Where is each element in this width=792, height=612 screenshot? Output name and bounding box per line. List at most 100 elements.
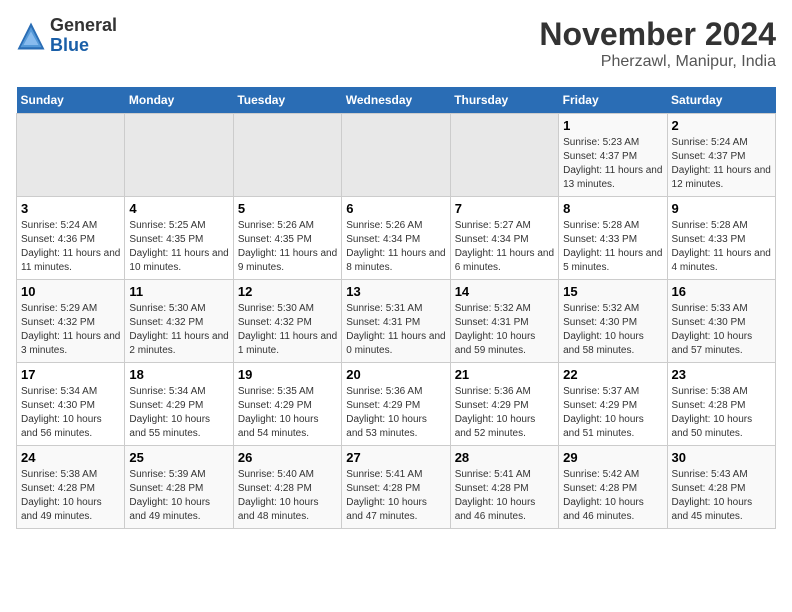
calendar-cell: 2 Sunrise: 5:24 AM Sunset: 4:37 PM Daylig… xyxy=(667,114,775,197)
day-info: Sunrise: 5:41 AM Sunset: 4:28 PM Dayligh… xyxy=(346,468,445,524)
day-info: Sunrise: 5:42 AM Sunset: 4:28 PM Dayligh… xyxy=(563,468,662,524)
day-number: 10 xyxy=(21,284,120,299)
logo: General Blue xyxy=(16,16,117,56)
calendar-cell xyxy=(450,114,558,197)
calendar-cell xyxy=(233,114,341,197)
day-number: 13 xyxy=(346,284,445,299)
day-number: 24 xyxy=(21,450,120,465)
calendar-cell xyxy=(17,114,125,197)
calendar-cell: 24 Sunrise: 5:38 AM Sunset: 4:28 PM Dayli… xyxy=(17,446,125,529)
calendar-cell: 26 Sunrise: 5:40 AM Sunset: 4:28 PM Dayli… xyxy=(233,446,341,529)
day-number: 2 xyxy=(672,118,771,133)
calendar-cell: 1Sunrise: 5:23 AM Sunset: 4:37 PM Daylig… xyxy=(559,114,667,197)
day-info: Sunrise: 5:24 AM Sunset: 4:36 PM Dayligh… xyxy=(21,219,120,275)
day-info: Sunrise: 5:31 AM Sunset: 4:31 PM Dayligh… xyxy=(346,302,445,358)
day-number: 20 xyxy=(346,367,445,382)
day-number: 12 xyxy=(238,284,337,299)
calendar-cell: 12 Sunrise: 5:30 AM Sunset: 4:32 PM Dayli… xyxy=(233,280,341,363)
day-info: Sunrise: 5:32 AM Sunset: 4:31 PM Dayligh… xyxy=(455,302,554,358)
day-number: 25 xyxy=(129,450,228,465)
day-number: 8 xyxy=(563,201,662,216)
logo-blue: Blue xyxy=(50,36,117,56)
calendar-cell: 19 Sunrise: 5:35 AM Sunset: 4:29 PM Dayli… xyxy=(233,363,341,446)
day-info: Sunrise: 5:32 AM Sunset: 4:30 PM Dayligh… xyxy=(563,302,662,358)
day-info: Sunrise: 5:41 AM Sunset: 4:28 PM Dayligh… xyxy=(455,468,554,524)
calendar-cell: 7Sunrise: 5:27 AM Sunset: 4:34 PM Daylig… xyxy=(450,197,558,280)
weekday-header: Tuesday xyxy=(233,87,341,114)
calendar-cell: 29 Sunrise: 5:42 AM Sunset: 4:28 PM Dayli… xyxy=(559,446,667,529)
calendar-cell: 23Sunrise: 5:38 AM Sunset: 4:28 PM Dayli… xyxy=(667,363,775,446)
day-number: 19 xyxy=(238,367,337,382)
calendar-cell xyxy=(342,114,450,197)
calendar-cell: 18Sunrise: 5:34 AM Sunset: 4:29 PM Dayli… xyxy=(125,363,233,446)
day-number: 17 xyxy=(21,367,120,382)
day-info: Sunrise: 5:24 AM Sunset: 4:37 PM Dayligh… xyxy=(672,136,771,192)
calendar-cell: 15 Sunrise: 5:32 AM Sunset: 4:30 PM Dayli… xyxy=(559,280,667,363)
page-header: General Blue November 2024 Pherzawl, Man… xyxy=(16,16,776,71)
day-info: Sunrise: 5:43 AM Sunset: 4:28 PM Dayligh… xyxy=(672,468,771,524)
calendar-cell: 14 Sunrise: 5:32 AM Sunset: 4:31 PM Dayli… xyxy=(450,280,558,363)
calendar-cell xyxy=(125,114,233,197)
title-block: November 2024 Pherzawl, Manipur, India xyxy=(539,16,776,71)
calendar-week-row: 17 Sunrise: 5:34 AM Sunset: 4:30 PM Dayli… xyxy=(17,363,776,446)
day-number: 3 xyxy=(21,201,120,216)
calendar-cell: 30 Sunrise: 5:43 AM Sunset: 4:28 PM Dayli… xyxy=(667,446,775,529)
day-number: 30 xyxy=(672,450,771,465)
day-info: Sunrise: 5:36 AM Sunset: 4:29 PM Dayligh… xyxy=(455,385,554,441)
calendar-week-row: 24 Sunrise: 5:38 AM Sunset: 4:28 PM Dayli… xyxy=(17,446,776,529)
weekday-header: Thursday xyxy=(450,87,558,114)
day-info: Sunrise: 5:26 AM Sunset: 4:35 PM Dayligh… xyxy=(238,219,337,275)
day-info: Sunrise: 5:35 AM Sunset: 4:29 PM Dayligh… xyxy=(238,385,337,441)
day-info: Sunrise: 5:33 AM Sunset: 4:30 PM Dayligh… xyxy=(672,302,771,358)
day-number: 23 xyxy=(672,367,771,382)
weekday-header-row: SundayMondayTuesdayWednesdayThursdayFrid… xyxy=(17,87,776,114)
day-number: 29 xyxy=(563,450,662,465)
calendar-week-row: 1Sunrise: 5:23 AM Sunset: 4:37 PM Daylig… xyxy=(17,114,776,197)
weekday-header: Monday xyxy=(125,87,233,114)
calendar-table: SundayMondayTuesdayWednesdayThursdayFrid… xyxy=(16,87,776,529)
calendar-cell: 16 Sunrise: 5:33 AM Sunset: 4:30 PM Dayli… xyxy=(667,280,775,363)
calendar-subtitle: Pherzawl, Manipur, India xyxy=(539,53,776,71)
weekday-header: Wednesday xyxy=(342,87,450,114)
logo-text: General Blue xyxy=(50,16,117,56)
calendar-cell: 25Sunrise: 5:39 AM Sunset: 4:28 PM Dayli… xyxy=(125,446,233,529)
day-number: 7 xyxy=(455,201,554,216)
day-info: Sunrise: 5:34 AM Sunset: 4:30 PM Dayligh… xyxy=(21,385,120,441)
calendar-cell: 20 Sunrise: 5:36 AM Sunset: 4:29 PM Dayli… xyxy=(342,363,450,446)
day-info: Sunrise: 5:40 AM Sunset: 4:28 PM Dayligh… xyxy=(238,468,337,524)
calendar-cell: 21 Sunrise: 5:36 AM Sunset: 4:29 PM Dayli… xyxy=(450,363,558,446)
calendar-cell: 10 Sunrise: 5:29 AM Sunset: 4:32 PM Dayli… xyxy=(17,280,125,363)
day-number: 6 xyxy=(346,201,445,216)
day-info: Sunrise: 5:30 AM Sunset: 4:32 PM Dayligh… xyxy=(129,302,228,358)
day-number: 22 xyxy=(563,367,662,382)
day-info: Sunrise: 5:23 AM Sunset: 4:37 PM Dayligh… xyxy=(563,136,662,192)
day-info: Sunrise: 5:28 AM Sunset: 4:33 PM Dayligh… xyxy=(563,219,662,275)
calendar-cell: 22Sunrise: 5:37 AM Sunset: 4:29 PM Dayli… xyxy=(559,363,667,446)
calendar-week-row: 10 Sunrise: 5:29 AM Sunset: 4:32 PM Dayli… xyxy=(17,280,776,363)
day-info: Sunrise: 5:36 AM Sunset: 4:29 PM Dayligh… xyxy=(346,385,445,441)
calendar-cell: 6Sunrise: 5:26 AM Sunset: 4:34 PM Daylig… xyxy=(342,197,450,280)
day-number: 26 xyxy=(238,450,337,465)
day-info: Sunrise: 5:30 AM Sunset: 4:32 PM Dayligh… xyxy=(238,302,337,358)
day-number: 21 xyxy=(455,367,554,382)
day-number: 14 xyxy=(455,284,554,299)
day-info: Sunrise: 5:29 AM Sunset: 4:32 PM Dayligh… xyxy=(21,302,120,358)
calendar-title: November 2024 xyxy=(539,16,776,53)
day-number: 11 xyxy=(129,284,228,299)
day-number: 16 xyxy=(672,284,771,299)
calendar-cell: 28 Sunrise: 5:41 AM Sunset: 4:28 PM Dayli… xyxy=(450,446,558,529)
calendar-cell: 11 Sunrise: 5:30 AM Sunset: 4:32 PM Dayli… xyxy=(125,280,233,363)
day-number: 15 xyxy=(563,284,662,299)
logo-general: General xyxy=(50,16,117,36)
calendar-cell: 4Sunrise: 5:25 AM Sunset: 4:35 PM Daylig… xyxy=(125,197,233,280)
day-info: Sunrise: 5:38 AM Sunset: 4:28 PM Dayligh… xyxy=(21,468,120,524)
calendar-cell: 9Sunrise: 5:28 AM Sunset: 4:33 PM Daylig… xyxy=(667,197,775,280)
day-number: 9 xyxy=(672,201,771,216)
calendar-cell: 5Sunrise: 5:26 AM Sunset: 4:35 PM Daylig… xyxy=(233,197,341,280)
weekday-header: Friday xyxy=(559,87,667,114)
day-number: 27 xyxy=(346,450,445,465)
day-info: Sunrise: 5:25 AM Sunset: 4:35 PM Dayligh… xyxy=(129,219,228,275)
calendar-cell: 17 Sunrise: 5:34 AM Sunset: 4:30 PM Dayli… xyxy=(17,363,125,446)
day-number: 28 xyxy=(455,450,554,465)
calendar-cell: 8 Sunrise: 5:28 AM Sunset: 4:33 PM Daylig… xyxy=(559,197,667,280)
